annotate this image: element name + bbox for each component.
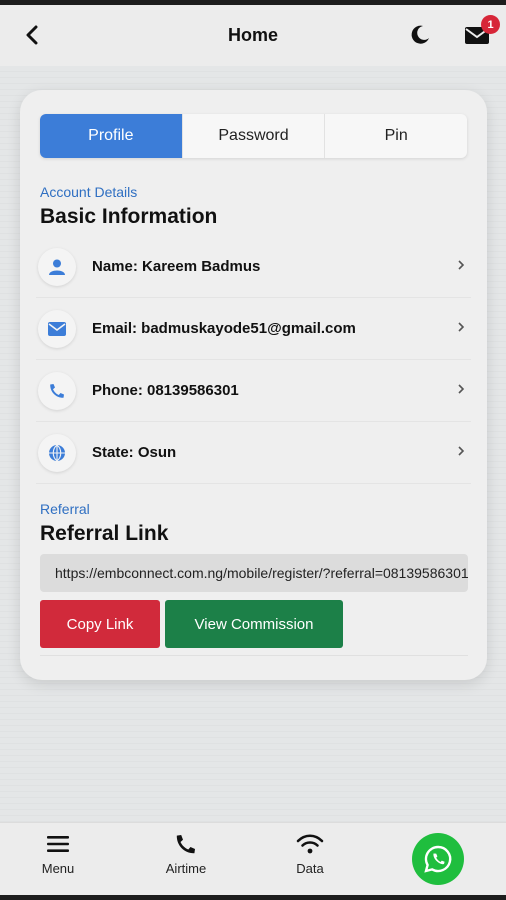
messages-button[interactable]: 1 <box>464 15 500 49</box>
system-home-bar <box>0 895 506 900</box>
email-row[interactable]: Email: badmuskayode51@gmail.com <box>36 298 471 360</box>
copy-link-button[interactable]: Copy Link <box>40 600 160 648</box>
globe-icon <box>38 433 76 472</box>
state-row[interactable]: State: Osun <box>36 422 471 484</box>
name-row[interactable]: Name: Kareem Badmus <box>36 236 471 298</box>
phone-icon <box>176 835 195 854</box>
referral-link-title: Referral Link <box>40 522 169 545</box>
phone-row[interactable]: Phone: 08139586301 <box>36 360 471 422</box>
nav-menu-label: Menu <box>41 861 75 876</box>
envelope-icon <box>38 309 76 348</box>
notification-badge: 1 <box>481 15 500 34</box>
phone-icon <box>38 371 76 410</box>
name-text: Name: Kareem Badmus <box>92 258 261 275</box>
chevron-right-icon <box>457 320 471 338</box>
nav-data[interactable]: Data <box>275 833 345 876</box>
moon-icon <box>411 25 429 44</box>
dark-mode-toggle[interactable] <box>406 21 434 49</box>
referral-link-field[interactable]: https://embconnect.com.ng/mobile/registe… <box>40 554 468 592</box>
view-commission-button[interactable]: View Commission <box>165 600 343 648</box>
account-details-kicker: Account Details <box>40 184 138 200</box>
divider <box>40 655 468 656</box>
email-text: Email: badmuskayode51@gmail.com <box>92 320 356 337</box>
menu-icon <box>47 836 69 852</box>
tab-bar: Profile Password Pin <box>40 114 467 158</box>
tab-password[interactable]: Password <box>183 114 326 158</box>
chevron-right-icon <box>457 444 471 462</box>
page-title: Home <box>227 25 278 45</box>
nav-menu[interactable]: Menu <box>23 833 93 876</box>
nav-airtime[interactable]: Airtime <box>151 833 221 876</box>
whatsapp-button[interactable] <box>412 833 464 885</box>
wifi-icon <box>296 834 324 854</box>
profile-card: Profile Password Pin Account Details Bas… <box>20 90 487 680</box>
top-app-bar: Home 1 <box>0 0 506 66</box>
referral-kicker: Referral <box>40 501 90 517</box>
chevron-right-icon <box>457 382 471 400</box>
back-button[interactable] <box>18 21 46 49</box>
whatsapp-icon <box>424 845 452 873</box>
chevron-left-icon <box>26 25 38 45</box>
state-text: State: Osun <box>92 444 177 461</box>
tab-pin[interactable]: Pin <box>325 114 467 158</box>
chevron-right-icon <box>457 258 471 276</box>
bottom-navigation: Menu Airtime Data <box>0 822 506 900</box>
phone-text: Phone: 08139586301 <box>92 382 239 399</box>
basic-information-title: Basic Information <box>40 205 218 228</box>
nav-airtime-label: Airtime <box>165 861 207 876</box>
tab-profile[interactable]: Profile <box>40 114 183 158</box>
nav-data-label: Data <box>296 861 324 876</box>
user-icon <box>38 247 76 286</box>
